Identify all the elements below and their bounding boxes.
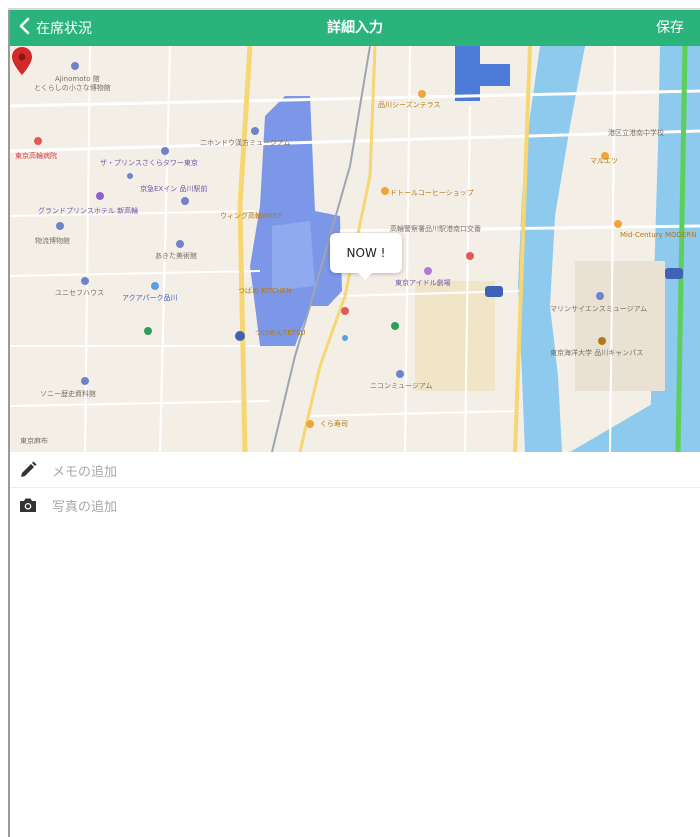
map-label: 東京アイドル劇場 [395,279,451,287]
map-label: 品川シーズンテラス [378,101,441,109]
chevron-left-icon [18,17,32,39]
map-label: ユニセフハウス [55,289,104,297]
map-label: あきた美術館 [155,252,197,260]
map-label: 京急EXイン 品川駅前 [140,185,208,193]
map-label: つけめんTETSU [255,329,306,337]
current-location-callout: NOW ! [330,233,402,280]
map-label: ウィング高輪WEST [220,212,283,220]
map-label: グランドプリンスホテル 新高輪 [38,207,139,215]
map-label: 東京麻布 [20,437,48,445]
map-label: とくらしの小さな博物館 [34,84,111,92]
map-label: 物流博物館 [35,237,70,245]
map-label: 東京海洋大学 品川キャンパス [550,349,644,357]
map-label: ソニー歴史資料館 [40,390,96,398]
map-label: 二ホンドウ漢方ミュージアム [200,139,291,147]
camera-icon [18,495,38,515]
map-label: ザ・プリンスさくらタワー東京 [100,159,198,167]
pencil-icon [18,460,38,480]
map-view[interactable]: Ajinomoto 館 とくらしの小さな博物館 品川シーズンテラス 二ホンドウ漢… [10,46,700,452]
back-button[interactable]: 在席状況 [18,10,92,46]
map-label: 港区立港南中学校 [608,129,664,137]
add-photo-label: 写真の追加 [52,499,118,515]
map-label: 高輪警察署品川駅港南口交番 [390,225,481,233]
map-label: ニコンミュージアム [370,382,433,390]
page-title: 詳細入力 [327,20,383,36]
map-label: アクアパーク品川 [122,294,178,302]
navigation-bar: 在席状況 詳細入力 保存 [10,10,700,46]
map-label: つばめ KITCHEN [238,287,292,295]
map-label: マリンサイエンスミュージアム [550,305,648,313]
add-photo-row[interactable]: 写真の追加 [10,488,700,522]
add-memo-row[interactable]: メモの追加 [10,453,700,488]
add-memo-label: メモの追加 [52,464,118,480]
map-label: マルエツ [590,157,618,165]
app-frame: 在席状況 詳細入力 保存 Ajinomoto 館 とくらしの小さな博物館 品川シ… [0,0,700,837]
map-label: Mid-Century MODERN [620,231,697,239]
map-label: ドトールコーヒーショップ [390,189,474,197]
map-label: 東京高輪病院 [15,152,57,160]
map-pin-icon[interactable] [10,46,34,76]
map-label: くら寿司 [320,420,348,428]
save-button[interactable]: 保存 [656,10,684,46]
back-button-label: 在席状況 [36,21,92,37]
